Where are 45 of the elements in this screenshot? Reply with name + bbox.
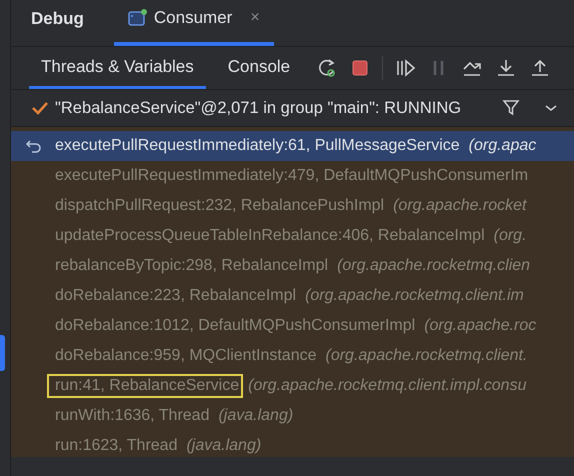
stack-frame-row[interactable]: rebalanceByTopic:298, RebalanceImpl (org.apache.rocketmq.clien [11, 251, 574, 281]
frame-package: (org.apache.rocketmq.client.impl.consu [248, 377, 526, 395]
app-window-icon [128, 9, 148, 27]
stack-frame-row[interactable]: executePullRequestImmediately:61, PullMessageService (org.apac [11, 131, 574, 161]
stack-frame-row[interactable]: runWith:1636, Thread (java.lang) [11, 401, 574, 431]
close-icon[interactable]: × [250, 9, 260, 27]
frame-package: (org.apache.rocketmq.client. [326, 347, 528, 365]
resume-icon[interactable] [395, 58, 418, 78]
frame-method: doRebalance:223, RebalanceImpl [54, 286, 298, 306]
frame-method: executePullRequestImmediately:61, PullMessageService [54, 136, 461, 156]
frame-package: (org. [494, 227, 527, 245]
tool-window-title: Debug [31, 9, 84, 29]
filter-icon[interactable] [502, 99, 520, 117]
view-tab[interactable]: Console [216, 47, 302, 89]
frame-package: (org.apache.roc [424, 317, 536, 335]
frame-method: rebalanceByTopic:298, RebalanceImpl [54, 256, 330, 276]
frame-method: run:1623, Thread [54, 436, 178, 456]
frame-method: updateProcessQueueTableInRebalance:406, RebalanceImpl [54, 226, 486, 246]
chevron-down-icon[interactable] [544, 103, 558, 113]
stack-frame-row[interactable]: run:1623, Thread (java.lang) [11, 431, 574, 457]
frame-package: (org.apache.rocketmq.clien [337, 257, 530, 275]
stop-icon[interactable] [350, 58, 370, 78]
frame-method: runWith:1636, Thread [54, 406, 210, 426]
stack-frame-row[interactable]: doRebalance:1012, DefaultMQPushConsumerImpl (org.apache.roc [11, 311, 574, 341]
return-arrow-icon [25, 138, 43, 154]
frame-package: (org.apac [468, 137, 536, 155]
stack-frame-row[interactable]: doRebalance:223, RebalanceImpl (org.apache.rocketmq.client.im [11, 281, 574, 311]
frame-method: run:41, RebalanceService [47, 374, 244, 398]
check-icon [31, 101, 49, 115]
stack-frame-row[interactable]: executePullRequestImmediately:479, DefaultMQPushConsumerIm [11, 161, 574, 191]
frame-method: doRebalance:959, MQClientInstance [54, 346, 318, 366]
stack-frame-row[interactable]: updateProcessQueueTableInRebalance:406, RebalanceImpl (org. [11, 221, 574, 251]
frame-package: (java.lang) [186, 437, 262, 455]
gutter-marker [0, 335, 5, 371]
frame-method: doRebalance:1012, DefaultMQPushConsumerImpl [54, 316, 416, 336]
frame-package: (org.apache.rocket [393, 197, 526, 215]
stack-frame-row[interactable]: doRebalance:959, MQClientInstance (org.apache.rocketmq.client. [11, 341, 574, 371]
thread-label[interactable]: "RebalanceService"@2,071 in group "main": RUNNING [55, 98, 462, 118]
frame-method: executePullRequestImmediately:479, DefaultMQPushConsumerIm [54, 166, 530, 186]
session-tab[interactable]: Consumer × [114, 0, 274, 46]
stack-frame-row[interactable]: dispatchPullRequest:232, RebalancePushImpl (org.apache.rocket [11, 191, 574, 221]
frame-package: (org.apache.rocketmq.client.im [305, 287, 524, 305]
frame-package: (java.lang) [218, 407, 294, 425]
frame-method: dispatchPullRequest:232, RebalancePushImpl [54, 196, 386, 216]
stack-frame-row[interactable]: run:41, RebalanceService (org.apache.rocketmq.client.impl.consu [11, 371, 574, 401]
